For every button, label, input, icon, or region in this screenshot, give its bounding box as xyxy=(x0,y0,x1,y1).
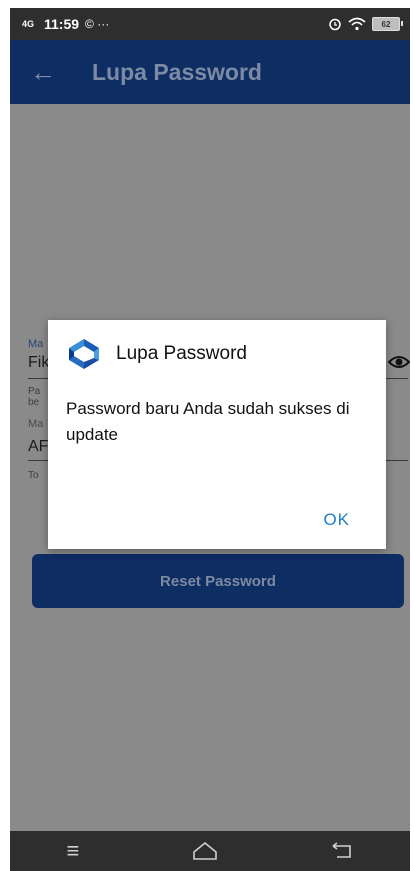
status-bar: 4G 11:59 © ··· 62 xyxy=(10,8,410,40)
dialog-title: Lupa Password xyxy=(116,343,247,364)
wifi-icon xyxy=(348,17,366,31)
system-nav-bar: ≡ xyxy=(10,831,410,871)
page-title: Lupa Password xyxy=(92,58,262,85)
back-arrow-icon[interactable]: ← xyxy=(10,57,74,88)
back-icon[interactable] xyxy=(331,842,353,860)
token-hint: To xyxy=(28,470,39,481)
reset-password-button[interactable]: Reset Password xyxy=(32,554,404,608)
menu-icon[interactable]: ≡ xyxy=(67,838,80,864)
dialog-message: Password baru Anda sudah sukses di updat… xyxy=(66,399,350,444)
code-field[interactable]: AF xyxy=(28,438,48,456)
battery-icon: 62 xyxy=(372,17,403,31)
code-label: Ma xyxy=(28,418,44,430)
app-logo-icon xyxy=(69,339,99,369)
signal-icon: 4G xyxy=(22,18,35,29)
phone-screen: 4G 11:59 © ··· 62 ← Lupa Password Ma Fik xyxy=(10,8,410,871)
app-bar: ← Lupa Password xyxy=(10,40,410,104)
status-time: 11:59 xyxy=(44,16,80,32)
username-label: Ma xyxy=(28,338,44,350)
alarm-icon xyxy=(329,18,341,31)
username-field[interactable]: Fik xyxy=(28,354,49,372)
home-icon[interactable] xyxy=(192,841,218,861)
notification-icons: © ··· xyxy=(85,17,110,31)
alert-dialog: Lupa Password Password baru Anda sudah s… xyxy=(48,320,386,549)
password-hint-line2: be xyxy=(28,397,40,408)
ok-button[interactable]: OK xyxy=(323,510,350,530)
eye-icon[interactable] xyxy=(387,354,410,375)
